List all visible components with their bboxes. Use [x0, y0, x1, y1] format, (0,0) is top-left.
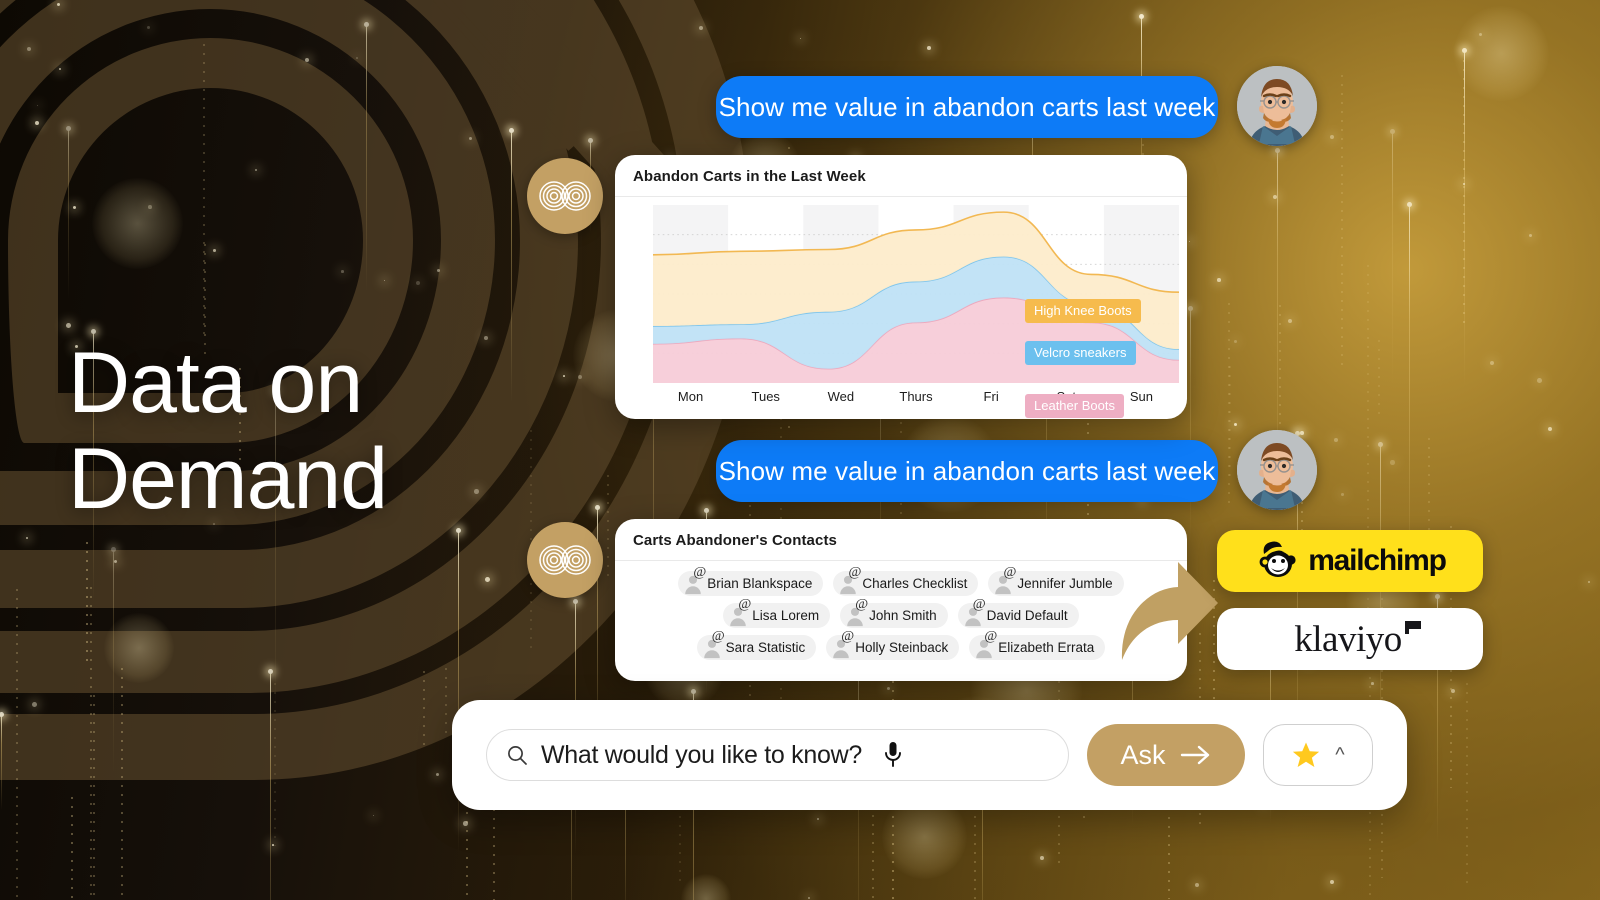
page-title-line-2: Demand	[68, 431, 388, 528]
mailchimp-monkey-icon	[1259, 541, 1296, 577]
contact-name: Elizabeth Errata	[998, 640, 1095, 655]
contact-avatar-icon: @	[962, 597, 986, 627]
search-icon	[508, 746, 527, 765]
chart-legend-velcro-sneakers: Velcro sneakers	[1025, 341, 1136, 365]
contact-name: Brian Blankspace	[707, 576, 813, 591]
search-placeholder: What would you like to know?	[541, 740, 862, 769]
chart-legend-high-knee-boots: High Knee Boots	[1025, 299, 1141, 323]
contacts-row: @ Lisa Lorem @ John Smith @ David Default	[629, 597, 1173, 628]
contact-avatar-icon: @	[701, 629, 725, 659]
at-symbol-icon: @	[972, 596, 986, 612]
ask-button[interactable]: Ask	[1087, 724, 1245, 786]
chart-x-tick: Tues	[751, 389, 780, 404]
contact-chip[interactable]: @ John Smith	[840, 597, 948, 628]
mailchimp-wordmark: mailchimp	[1308, 544, 1447, 577]
contacts-list: @ Brian Blankspace @ Charles Checklist @ Jenn…	[615, 561, 1187, 672]
chart-body: Number of products MonTuesWedThursFriSat…	[615, 197, 1187, 418]
contacts-row: @ Brian Blankspace @ Charles Checklist @ Jenn…	[629, 565, 1173, 596]
contact-avatar-icon: @	[837, 565, 861, 595]
contacts-row: @ Sara Statistic @ Holly Steinback @ Elizabet…	[629, 629, 1173, 660]
user-avatar	[1237, 66, 1317, 146]
contact-avatar-icon: @	[973, 629, 997, 659]
infinity-rings-logo	[527, 158, 603, 234]
contact-name: Lisa Lorem	[752, 608, 820, 623]
chart-card: Abandon Carts in the Last Week Number of…	[615, 155, 1187, 419]
contact-chip[interactable]: @ Lisa Lorem	[723, 597, 831, 628]
flow-arrow-icon	[1112, 556, 1222, 664]
contacts-card-title: Carts Abandoner's Contacts	[615, 519, 1187, 561]
contact-name: Holly Steinback	[855, 640, 949, 655]
contact-avatar-icon: @	[682, 565, 706, 595]
chevron-up-icon[interactable]: ^	[1335, 745, 1344, 765]
chart-x-tick: Mon	[677, 389, 704, 404]
at-symbol-icon: @	[1003, 564, 1017, 580]
chat-bubble-user-2: Show me value in abandon carts last week	[716, 440, 1218, 502]
contact-avatar-icon: @	[844, 597, 868, 627]
contact-chip[interactable]: @ Charles Checklist	[833, 565, 979, 596]
contact-name: Sara Statistic	[725, 640, 806, 655]
contact-avatar-icon: @	[830, 629, 854, 659]
star-icon	[1293, 742, 1320, 767]
chat-bubble-text: Show me value in abandon carts last week	[718, 91, 1216, 122]
contact-chip[interactable]: @ David Default	[957, 597, 1079, 628]
search-input[interactable]: What would you like to know?	[486, 729, 1069, 781]
page-title-line-1: Data on	[68, 335, 363, 431]
chart-x-tick: Wed	[827, 389, 855, 404]
contact-avatar-icon: @	[727, 597, 751, 627]
klaviyo-wordmark: klaviyo	[1294, 618, 1421, 661]
contact-chip[interactable]: @ Elizabeth Errata	[969, 629, 1106, 660]
at-symbol-icon: @	[841, 628, 855, 644]
page-title: Data on Demand	[68, 335, 588, 528]
search-bar: What would you like to know? Ask ^	[452, 700, 1407, 810]
at-symbol-icon: @	[855, 596, 869, 612]
chat-bubble-text: Show me value in abandon carts last week	[718, 455, 1216, 486]
chat-bubble-user-1: Show me value in abandon carts last week	[716, 76, 1218, 138]
contact-name: Jennifer Jumble	[1017, 576, 1113, 591]
integration-klaviyo[interactable]: klaviyo	[1217, 608, 1483, 670]
contact-name: Charles Checklist	[862, 576, 968, 591]
user-avatar	[1237, 430, 1317, 510]
chart-x-tick: Fri	[983, 389, 999, 404]
microphone-icon[interactable]	[882, 740, 904, 770]
at-symbol-icon: @	[693, 564, 707, 580]
contacts-card: Carts Abandoner's Contacts @ Brian Blanks…	[615, 519, 1187, 681]
chart-x-tick: Thurs	[899, 389, 933, 404]
contact-chip[interactable]: @ Jennifer Jumble	[988, 565, 1124, 596]
at-symbol-icon: @	[711, 628, 725, 644]
klaviyo-flag-icon	[1404, 620, 1421, 634]
chart-card-title: Abandon Carts in the Last Week	[615, 155, 1187, 197]
contact-chip[interactable]: @ Sara Statistic	[696, 629, 817, 660]
at-symbol-icon: @	[848, 564, 862, 580]
chart-legend-leather-boots: Leather Boots	[1025, 394, 1124, 418]
infinity-rings-logo	[527, 522, 603, 598]
contact-name: John Smith	[869, 608, 937, 623]
at-symbol-icon: @	[984, 628, 998, 644]
contact-avatar-icon: @	[992, 565, 1016, 595]
contact-chip[interactable]: @ Holly Steinback	[826, 629, 960, 660]
contact-chip[interactable]: @ Brian Blankspace	[678, 565, 824, 596]
favorites-button[interactable]: ^	[1263, 724, 1373, 786]
contact-name: David Default	[986, 608, 1068, 623]
integration-mailchimp[interactable]: mailchimp	[1217, 530, 1483, 592]
ask-button-label: Ask	[1120, 739, 1166, 770]
at-symbol-icon: @	[738, 596, 752, 612]
arrow-right-icon	[1180, 745, 1209, 765]
